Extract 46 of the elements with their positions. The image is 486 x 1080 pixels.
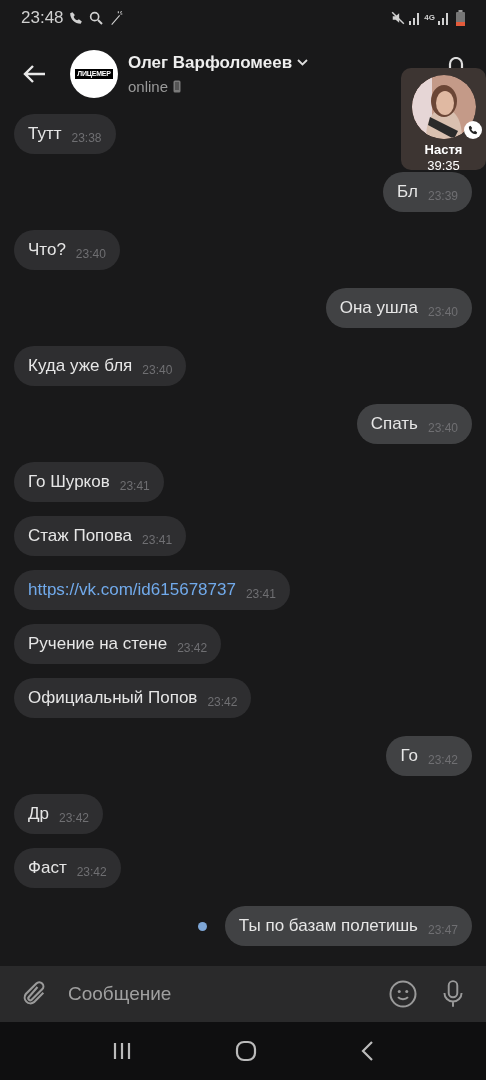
signal-icon	[438, 11, 450, 25]
message-text: Официальный Попов	[28, 687, 198, 710]
message-time: 23:41	[245, 586, 276, 603]
message-text: Она ушла	[339, 297, 418, 320]
message-text: Куда уже бля	[28, 355, 133, 378]
message-input[interactable]: Сообщение	[68, 979, 388, 1009]
phone-badge	[463, 121, 482, 139]
network-type: 4G	[424, 14, 435, 22]
back-icon[interactable]	[360, 1040, 375, 1062]
mobile-icon	[173, 80, 182, 94]
message-text: Ручение на стене	[28, 633, 168, 656]
message-time: 23:41	[142, 532, 173, 549]
message-text: Го Шурков	[28, 471, 110, 494]
message-composer[interactable]: Сообщение	[0, 966, 486, 1022]
emoji-icon[interactable]	[388, 979, 418, 1009]
message-time: 23:41	[119, 478, 150, 495]
home-icon[interactable]	[235, 1040, 257, 1062]
message-text: Спать	[370, 413, 418, 436]
status-time: 23:48	[21, 7, 64, 30]
recent-apps-icon[interactable]	[111, 1042, 132, 1060]
contact-status: online	[128, 76, 169, 97]
message-time: 23:42	[207, 694, 238, 711]
message-time: 23:42	[58, 810, 89, 827]
message-text: Фаст	[28, 857, 67, 880]
mute-icon	[391, 11, 406, 25]
message-text: Др	[28, 803, 49, 826]
message-text: Го	[400, 745, 418, 768]
message-time: 23:38	[71, 130, 102, 147]
chevron-down-icon[interactable]	[297, 59, 309, 67]
call-overlay[interactable]: Настя 39:35	[401, 68, 486, 170]
search-icon	[87, 10, 104, 26]
magic-wand-icon	[108, 10, 125, 26]
message-time: 23:40	[142, 362, 173, 379]
signal-icon	[409, 11, 422, 25]
contact-name[interactable]: Олег Варфоломеев	[128, 50, 293, 76]
battery-icon	[456, 10, 465, 26]
message-text: Стаж Попова	[28, 525, 133, 548]
message-text: Тутт	[28, 123, 62, 146]
caller-name: Настя	[424, 142, 463, 159]
message-text: Что?	[28, 239, 66, 262]
message-time: 23:40	[75, 246, 106, 263]
message-time: 23:42	[76, 864, 107, 881]
message-time: 23:42	[177, 640, 208, 657]
message-text: Бл	[397, 181, 418, 204]
message-text: Ты по базам полетишь	[238, 915, 418, 938]
message-link[interactable]: https://vk.com/id615678737	[28, 577, 236, 603]
